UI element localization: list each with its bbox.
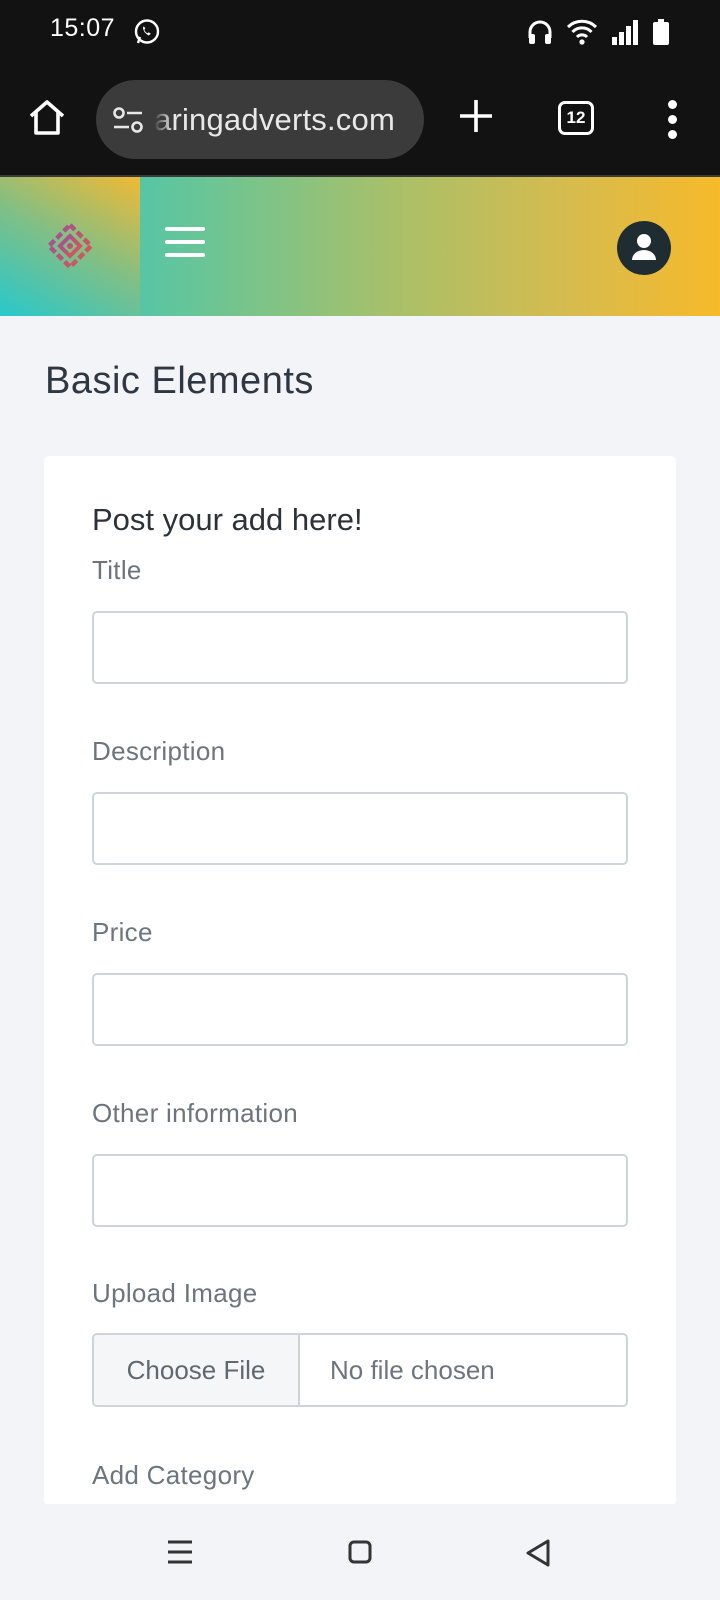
post-ad-card: Post your add here! Title Description Pr… — [44, 456, 676, 1506]
price-label: Price — [92, 917, 153, 947]
brand-logo[interactable] — [46, 222, 94, 270]
other-information-label: Other information — [92, 1098, 298, 1128]
more-vert-icon[interactable] — [664, 100, 680, 140]
title-input[interactable] — [92, 611, 628, 684]
system-nav-bar — [0, 1504, 720, 1600]
title-label: Title — [92, 555, 142, 585]
home-icon[interactable] — [26, 96, 68, 138]
status-time: 15:07 — [50, 14, 116, 42]
url-text[interactable]: aringadverts.com — [154, 102, 395, 138]
logo-cell[interactable] — [0, 177, 140, 316]
back-icon[interactable] — [524, 1538, 552, 1568]
user-icon[interactable] — [617, 221, 671, 275]
battery-icon — [653, 19, 669, 45]
other-information-input[interactable] — [92, 1154, 628, 1227]
description-label: Description — [92, 736, 226, 766]
home-nav-icon[interactable] — [348, 1539, 372, 1565]
signal-icon — [612, 20, 638, 45]
form-heading: Post your add here! — [92, 502, 363, 537]
browser-toolbar: aringadverts.com 12 — [0, 66, 720, 177]
site-settings-icon[interactable] — [112, 105, 144, 135]
whatsapp-icon — [134, 19, 160, 44]
user-silhouette-icon — [632, 234, 656, 260]
app-header — [0, 177, 720, 316]
upload-image-input[interactable]: Choose File No file chosen — [92, 1333, 628, 1407]
wifi-icon — [566, 19, 598, 45]
tab-switcher-button[interactable]: 12 — [558, 101, 594, 135]
headphones-icon — [528, 20, 552, 44]
file-status-text: No file chosen — [330, 1355, 495, 1385]
page-title: Basic Elements — [45, 360, 314, 402]
price-input[interactable] — [92, 973, 628, 1046]
plus-icon[interactable] — [456, 96, 496, 136]
choose-file-button[interactable]: Choose File — [94, 1335, 300, 1405]
recents-icon[interactable] — [166, 1539, 194, 1565]
upload-image-label: Upload Image — [92, 1278, 258, 1308]
description-input[interactable] — [92, 792, 628, 865]
address-bar[interactable]: aringadverts.com — [96, 80, 424, 159]
add-category-label: Add Category — [92, 1460, 255, 1490]
status-bar: 15:07 — [0, 0, 720, 66]
status-icons — [526, 18, 670, 46]
hamburger-icon[interactable] — [165, 227, 205, 259]
